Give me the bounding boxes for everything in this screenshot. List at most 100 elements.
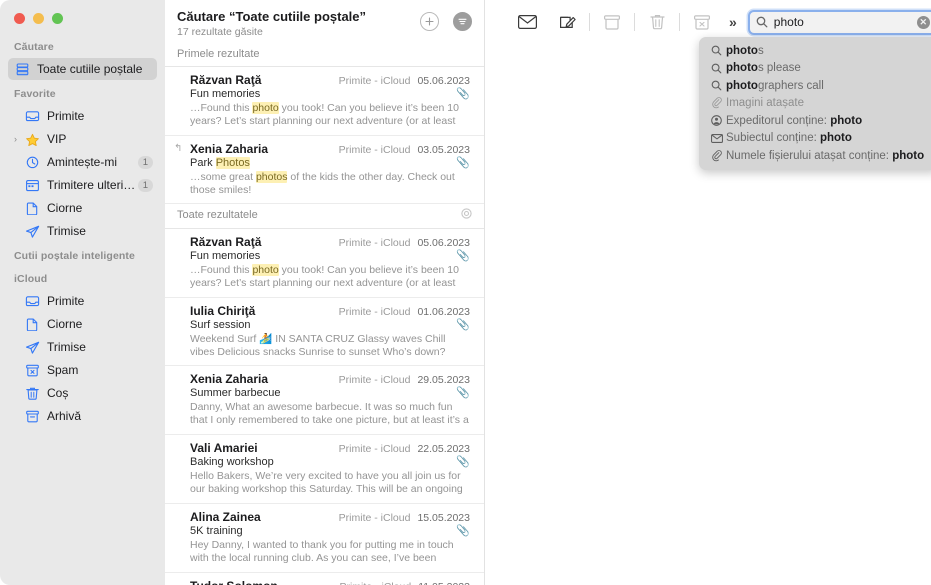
message-subject: Fun memories	[190, 88, 452, 100]
paperclip-icon: 📎	[456, 249, 470, 262]
message-mailbox: Primite - iCloud	[339, 237, 411, 249]
search-suggestion-item[interactable]: Subiectul conține: photo	[699, 130, 931, 148]
sidebar-item-label: Primite	[47, 109, 157, 123]
sidebar-item-aminte-te-mi[interactable]: Amintește-mi1	[8, 151, 157, 173]
sidebar-section-header: iCloud	[0, 266, 165, 289]
message-sender: Xenia Zaharia	[190, 142, 339, 156]
sidebar-item-label: Trimise	[47, 340, 157, 354]
toolbar-divider	[679, 13, 680, 31]
toolbar-divider	[634, 13, 635, 31]
minimize-button[interactable]	[33, 13, 44, 24]
message-list-item[interactable]: ↰ Xenia Zaharia Primite - iCloud 03.05.2…	[165, 136, 484, 204]
archive-button[interactable]	[592, 8, 632, 36]
message-list-pane[interactable]: Căutare “Toate cutiile poștale” 17 rezul…	[165, 0, 485, 585]
inbox-icon	[24, 109, 41, 124]
search-icon	[711, 80, 726, 91]
message-subject: 5K training	[190, 525, 452, 537]
sidebar-item-co[interactable]: Coș	[8, 382, 157, 404]
search-suggestion-item[interactable]: photos	[699, 42, 931, 60]
paperclip-icon: 📎	[456, 318, 470, 331]
clock-icon	[24, 155, 41, 170]
sidebar-item-toate-cutiile-po-tale[interactable]: Toate cutiile poștale	[8, 58, 157, 80]
message-mailbox: Primite - iCloud	[339, 581, 411, 585]
sidebar: Căutare Toate cutiile poștaleFavorite Pr…	[0, 0, 165, 585]
message-sender: Xenia Zaharia	[190, 372, 339, 386]
delete-button[interactable]	[637, 8, 677, 36]
message-date: 22.05.2023	[417, 443, 470, 455]
search-suggestion-item[interactable]: Numele fișierului atașat conține: photo	[699, 147, 931, 165]
inbox-icon	[24, 294, 41, 309]
message-list-item[interactable]: Alina Zainea Primite - iCloud 15.05.2023…	[165, 504, 484, 573]
message-sender: Iulia Chiriţă	[190, 304, 339, 318]
sidebar-item-ciorne[interactable]: Ciorne	[8, 313, 157, 335]
search-icon	[756, 16, 768, 28]
paperclip-icon: 📎	[456, 455, 470, 468]
search-suggestion-item[interactable]: Expeditorul conține: photo	[699, 112, 931, 130]
sidebar-item-trimitere-ulterio[interactable]: Trimitere ulterio...1	[8, 174, 157, 196]
sidebar-item-ciorne[interactable]: Ciorne	[8, 197, 157, 219]
filter-button[interactable]	[453, 12, 472, 31]
paperclip-icon: 📎	[456, 156, 470, 169]
message-mailbox: Primite - iCloud	[339, 443, 411, 455]
message-date: 11.05.2023	[418, 581, 470, 585]
mark-unread-button[interactable]	[507, 8, 547, 36]
clear-search-button[interactable]: ✕	[917, 16, 930, 29]
unread-badge: 1	[138, 179, 153, 192]
paperclip-icon	[711, 150, 726, 162]
trash-icon	[24, 386, 41, 401]
message-list-item[interactable]: Răzvan Raţă Primite - iCloud 05.06.2023 …	[165, 229, 484, 298]
sidebar-item-label: Spam	[47, 363, 157, 377]
sidebar-item-primite[interactable]: Primite	[8, 290, 157, 312]
sidebar-item-label: Coș	[47, 386, 157, 400]
message-snippet: Weekend Surf 🏄 IN SANTA CRUZ Glassy wave…	[190, 333, 470, 358]
toolbar-overflow-button[interactable]: »	[722, 14, 744, 30]
sidebar-item-arhiv[interactable]: Arhivă	[8, 405, 157, 427]
envelope-icon	[711, 134, 726, 143]
zoom-button[interactable]	[52, 13, 63, 24]
star-icon	[24, 132, 41, 147]
search-suggestion-item[interactable]: photos please	[699, 60, 931, 78]
message-subject: Baking workshop	[190, 456, 452, 468]
sidebar-item-label: VIP	[47, 132, 157, 146]
junk-button[interactable]	[682, 8, 722, 36]
sidebar-section-header: Favorite	[0, 81, 165, 104]
message-list-item[interactable]: Răzvan Raţă Primite - iCloud 05.06.2023 …	[165, 67, 484, 136]
message-view-pane: » photo ✕ photos photos please ph	[485, 0, 931, 585]
message-list-item[interactable]: Iulia Chiriţă Primite - iCloud 01.06.202…	[165, 298, 484, 366]
search-field-wrapper: photo ✕	[748, 10, 931, 35]
unread-badge: 1	[138, 156, 153, 169]
sidebar-item-vip[interactable]: › VIP	[8, 128, 157, 150]
new-mailbox-button[interactable]	[420, 12, 439, 31]
close-button[interactable]	[14, 13, 25, 24]
message-list-item[interactable]: Xenia Zaharia Primite - iCloud 29.05.202…	[165, 366, 484, 435]
search-suggestions-menu[interactable]: photos photos please photographers call …	[699, 37, 931, 170]
message-date: 01.06.2023	[417, 306, 470, 318]
replied-icon: ↰	[174, 144, 182, 154]
message-group-header: Toate rezultatele	[165, 204, 484, 229]
archive-icon	[24, 409, 41, 424]
sidebar-item-spam[interactable]: Spam	[8, 359, 157, 381]
sort-order-icon[interactable]	[461, 208, 472, 222]
sidebar-item-primite[interactable]: Primite	[8, 105, 157, 127]
search-suggestion-label: Subiectul conține: photo	[726, 132, 852, 144]
sidebar-section-header: Cutii poștale inteligente	[0, 243, 165, 266]
search-input[interactable]: photo ✕	[748, 10, 931, 35]
calendar-icon	[24, 178, 41, 193]
message-subject: Fun memories	[190, 250, 452, 262]
message-date: 05.06.2023	[417, 237, 470, 249]
message-list-item[interactable]: Vali Amariei Primite - iCloud 22.05.2023…	[165, 435, 484, 504]
search-suggestion-label: Numele fișierului atașat conține: photo	[726, 150, 924, 162]
message-date: 03.05.2023	[417, 144, 470, 156]
message-mailbox: Primite - iCloud	[339, 144, 411, 156]
compose-button[interactable]	[547, 8, 587, 36]
junk-icon	[24, 363, 41, 378]
search-suggestion-item[interactable]: Imagini atașate	[699, 95, 931, 113]
search-suggestion-item[interactable]: photographers call	[699, 77, 931, 95]
message-list-item[interactable]: Tudor Solomon Primite - iCloud 11.05.202…	[165, 573, 484, 585]
sidebar-item-trimise[interactable]: Trimise	[8, 336, 157, 358]
mail-window: Căutare Toate cutiile poștaleFavorite Pr…	[0, 0, 931, 585]
paperclip-icon	[711, 97, 726, 109]
sidebar-item-trimise[interactable]: Trimise	[8, 220, 157, 242]
chevron-right-icon[interactable]: ›	[14, 134, 22, 144]
drafts-icon	[24, 201, 41, 216]
